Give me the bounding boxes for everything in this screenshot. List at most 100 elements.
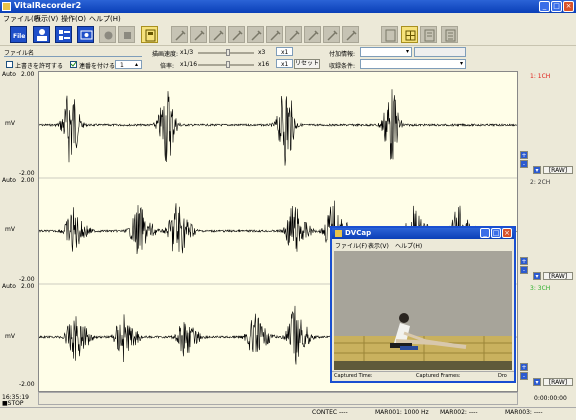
dvcap-maximize-button[interactable]: □	[491, 228, 501, 238]
list-icon[interactable]	[55, 26, 72, 43]
ch1-minus-icon[interactable]: -	[520, 160, 528, 168]
chevron-down-icon: ▾	[459, 60, 463, 67]
file-button[interactable]: File	[10, 26, 27, 43]
minimize-button[interactable]: _	[539, 1, 550, 12]
draw-speed-label: 描画速度:	[152, 51, 179, 58]
ch3-scale[interactable]: [RAW]	[543, 378, 573, 386]
overwrite-checkbox[interactable]	[6, 61, 13, 68]
dvcap-status-bar: Captured Time: Captured Frames: Dro	[332, 371, 514, 382]
title-bar: VitalRecorder2 _ □ ×	[0, 0, 576, 13]
ch3-unit: mV	[5, 333, 15, 340]
document-icon[interactable]	[381, 26, 398, 43]
dvcap-title: DVCap	[345, 229, 372, 237]
overwrite-label: 上書きを許可する	[15, 63, 64, 70]
channel-8-icon[interactable]	[304, 26, 321, 43]
menu-view[interactable]: 表示(V)	[34, 14, 58, 24]
info-icon[interactable]	[441, 26, 458, 43]
serial-checkbox[interactable]	[70, 61, 77, 68]
ch2-ymin: -2.00	[19, 276, 35, 283]
channel-panel	[518, 71, 576, 392]
ch1-down-icon[interactable]: ▾	[533, 166, 541, 174]
channel-1-trace	[38, 89, 517, 166]
draw-speed-thumb[interactable]	[226, 49, 230, 56]
gain-max: x16	[258, 61, 270, 68]
ch1-unit: mV	[5, 120, 15, 127]
ch2-mode: Auto	[2, 177, 16, 184]
ch3-mode: Auto	[2, 283, 16, 290]
menu-operation[interactable]: 操作(O)	[61, 14, 86, 24]
draw-speed-slider[interactable]	[198, 49, 254, 56]
filename-field[interactable]	[4, 56, 142, 57]
trigger-label: 収録条件:	[329, 63, 356, 70]
channel-6-icon[interactable]	[266, 26, 283, 43]
status-bar	[0, 407, 576, 420]
captured-time-label: Captured Time:	[334, 373, 373, 379]
ch1-ymax: 2.00	[21, 71, 35, 78]
dvcap-minimize-button[interactable]: _	[480, 228, 490, 238]
user-icon[interactable]	[33, 26, 50, 43]
app-icon	[2, 2, 11, 11]
ch3-ymax: 2.00	[21, 283, 35, 290]
attach-info-select[interactable]: ▾	[360, 47, 412, 57]
maximize-button[interactable]: □	[551, 1, 562, 12]
gain-value-text: x1	[281, 61, 289, 68]
gain-slider[interactable]	[198, 61, 254, 68]
mar002-status: MAR002: ----	[440, 409, 478, 416]
channel-9-icon[interactable]	[323, 26, 340, 43]
ch2-scale[interactable]: [RAW]	[543, 272, 573, 280]
serial-label: 連番を付ける	[79, 63, 116, 70]
settings-icon[interactable]	[420, 26, 437, 43]
ch3-down-icon[interactable]: ▾	[533, 378, 541, 386]
dvcap-menu-help[interactable]: ヘルプ(H)	[395, 241, 422, 250]
dvcap-app-icon	[335, 230, 342, 237]
reset-button[interactable]: リセット	[294, 59, 320, 69]
chevron-down-icon: ▾	[405, 48, 409, 55]
spinner-icon[interactable]: ▴	[135, 61, 138, 68]
gain-label: 倍率:	[160, 63, 175, 70]
attach-info-field[interactable]	[414, 47, 466, 57]
channel-2-icon[interactable]	[190, 26, 207, 43]
dvcap-menu-view[interactable]: 表示(V)	[368, 241, 389, 250]
ch2-label: 2: 2CH	[530, 179, 551, 186]
channel-4-icon[interactable]	[228, 26, 245, 43]
ch1-ymin: -2.00	[19, 170, 35, 177]
ch3-ymin: -2.00	[19, 381, 35, 388]
draw-speed-value-text: x1	[281, 49, 289, 56]
dvcap-menu-file[interactable]: ファイル(F)	[335, 241, 367, 250]
ch1-plus-icon[interactable]: +	[520, 151, 528, 159]
draw-speed-value: x1	[276, 47, 293, 56]
mar001-status: MAR001: 1000 Hz	[375, 409, 429, 416]
menu-bar: ファイル(F) 表示(V) 操作(O) ヘルプ(H)	[0, 13, 576, 24]
marker-icon[interactable]	[141, 26, 158, 43]
record-icon[interactable]	[99, 26, 116, 43]
dvcap-window[interactable]: DVCap _ □ × ファイル(F) 表示(V) ヘルプ(H) Capture…	[330, 226, 516, 383]
gain-min: x1/16	[180, 61, 198, 68]
ch2-plus-icon[interactable]: +	[520, 257, 528, 265]
channel-1-icon[interactable]	[171, 26, 188, 43]
ch2-unit: mV	[5, 226, 15, 233]
camera-icon[interactable]	[77, 26, 94, 43]
menu-help[interactable]: ヘルプ(H)	[89, 14, 121, 24]
ch1-mode: Auto	[2, 71, 16, 78]
channel-5-icon[interactable]	[247, 26, 264, 43]
gain-thumb[interactable]	[226, 61, 230, 68]
ch2-minus-icon[interactable]: -	[520, 266, 528, 274]
mar003-status: MAR003: ----	[505, 409, 543, 416]
dvcap-close-button[interactable]: ×	[502, 228, 512, 238]
ch3-plus-icon[interactable]: +	[520, 363, 528, 371]
channel-10-icon[interactable]	[342, 26, 359, 43]
stop-icon[interactable]	[118, 26, 135, 43]
ch3-minus-icon[interactable]: -	[520, 372, 528, 380]
grid-icon[interactable]	[401, 26, 418, 43]
channel-7-icon[interactable]	[285, 26, 302, 43]
trigger-select[interactable]: ▾	[360, 59, 466, 69]
ch2-down-icon[interactable]: ▾	[533, 272, 541, 280]
serial-number-field[interactable]: 1 ▴	[115, 60, 142, 69]
close-button[interactable]: ×	[563, 1, 574, 12]
serial-number-value: 1	[120, 62, 124, 69]
channel-3-icon[interactable]	[209, 26, 226, 43]
ch1-scale[interactable]: [RAW]	[543, 166, 573, 174]
time-scrollbar[interactable]	[38, 392, 518, 405]
ch1-label: 1: 1CH	[530, 73, 551, 80]
dropped-label: Dro	[498, 373, 507, 379]
